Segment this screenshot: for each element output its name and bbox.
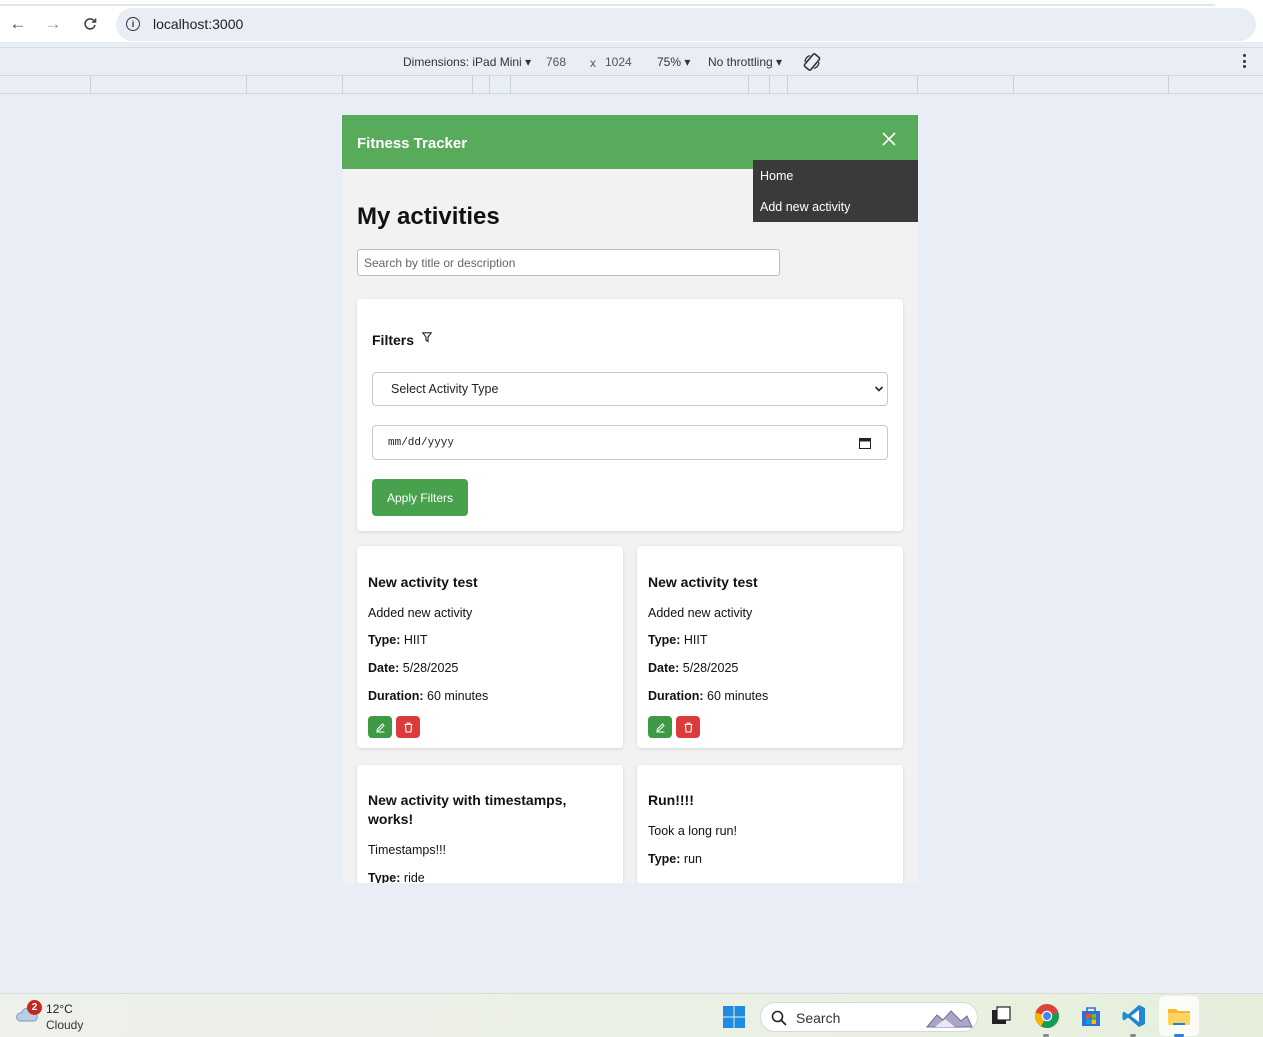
- type-label: Type:: [648, 633, 681, 647]
- vscode-icon[interactable]: [1121, 1003, 1147, 1029]
- search-input[interactable]: [357, 249, 780, 276]
- activity-date: Date: 5/28/2025: [368, 661, 458, 675]
- activity-title: New activity with timestamps, works!: [368, 792, 567, 827]
- search-highlight-icon: [925, 1010, 973, 1028]
- back-icon[interactable]: ←: [8, 14, 28, 33]
- caret-down-icon: ▾: [525, 55, 532, 69]
- throttling-label: No throttling: [708, 55, 773, 69]
- activity-title: Run!!!!: [648, 792, 694, 808]
- site-info-icon[interactable]: i: [126, 17, 140, 31]
- menu-item-home[interactable]: Home: [760, 169, 793, 183]
- caret-down-icon: ▾: [684, 55, 691, 69]
- activity-card: New activity test Added new activity Typ…: [357, 546, 623, 748]
- caret-down-icon: ▾: [776, 55, 783, 69]
- zoom-label: 75%: [657, 55, 682, 69]
- activity-type: Type: ride: [368, 871, 425, 883]
- weather-condition[interactable]: Cloudy: [46, 1018, 83, 1032]
- height-input[interactable]: 1024: [605, 55, 632, 69]
- url-text[interactable]: localhost:3000: [153, 16, 243, 32]
- width-input[interactable]: 768: [546, 55, 566, 69]
- duration-label: Duration:: [368, 689, 424, 703]
- duration-value: 60 minutes: [707, 689, 769, 703]
- reload-icon[interactable]: [80, 16, 100, 32]
- page-title: My activities: [357, 203, 500, 230]
- type-value: ride: [403, 871, 425, 883]
- throttling-select[interactable]: No throttling ▾: [708, 55, 782, 69]
- device-viewport: Fitness Tracker Home Add new activity My…: [342, 115, 918, 883]
- activity-card: New activity test Added new activity Typ…: [637, 546, 903, 748]
- edit-button[interactable]: [368, 716, 392, 738]
- more-options-icon[interactable]: [1243, 54, 1247, 68]
- activity-description: Added new activity: [368, 606, 473, 620]
- taskbar-search[interactable]: Search: [760, 1002, 978, 1032]
- trash-icon: [404, 722, 412, 733]
- date-input[interactable]: mm/dd/yyyy: [372, 425, 888, 460]
- calendar-icon[interactable]: [859, 437, 871, 449]
- edit-button[interactable]: [648, 716, 672, 738]
- search-icon: [771, 1010, 787, 1026]
- type-value: HIIT: [683, 633, 708, 647]
- media-query-ruler: [0, 75, 1263, 94]
- omnibox[interactable]: [116, 8, 1256, 41]
- rotate-icon[interactable]: [802, 52, 822, 72]
- pencil-icon: [655, 722, 665, 732]
- activity-type-value: Select Activity Type: [391, 382, 499, 396]
- date-value: 5/28/2025: [682, 661, 739, 675]
- activity-duration: Duration: 60 minutes: [368, 689, 488, 703]
- delete-button[interactable]: [396, 716, 420, 738]
- date-value: 5/28/2025: [402, 661, 459, 675]
- activity-duration: Duration: 60 minutes: [648, 689, 768, 703]
- file-explorer-icon[interactable]: [1166, 1003, 1192, 1029]
- filters-heading: Filters: [372, 332, 415, 348]
- trash-icon: [684, 722, 692, 733]
- notification-badge: 2: [27, 1000, 42, 1015]
- activity-type: Type: run: [648, 852, 702, 866]
- filters-card: Filters Select Activity Type mm/dd/yyyy …: [357, 299, 903, 531]
- activity-card: New activity with timestamps, works! Tim…: [357, 765, 623, 883]
- apply-filters-button[interactable]: Apply Filters: [372, 479, 468, 516]
- activity-date: Date: 5/28/2025: [648, 661, 738, 675]
- activity-description: Took a long run!: [648, 824, 737, 838]
- activity-type: Type: HIIT: [368, 633, 428, 647]
- store-icon[interactable]: [1078, 1003, 1104, 1029]
- activity-card: Run!!!! Took a long run! Type: run: [637, 765, 903, 883]
- weather-temperature[interactable]: 12°C: [46, 1002, 73, 1016]
- menu-item-add-activity[interactable]: Add new activity: [760, 200, 850, 214]
- nav-menu: Home Add new activity: [753, 160, 918, 222]
- chevron-down-icon: [874, 386, 884, 392]
- chrome-icon[interactable]: [1034, 1003, 1060, 1029]
- activity-title: New activity test: [368, 574, 478, 590]
- delete-button[interactable]: [676, 716, 700, 738]
- taskbar: 2 12°C Cloudy Search: [0, 993, 1263, 1037]
- type-label: Type:: [368, 871, 401, 883]
- activity-title: New activity test: [648, 574, 758, 590]
- app-title[interactable]: Fitness Tracker: [357, 135, 467, 152]
- close-icon[interactable]: [880, 130, 898, 148]
- windows-start-icon[interactable]: [722, 1005, 746, 1029]
- dimensions-label: Dimensions: iPad Mini: [403, 55, 522, 69]
- dimensions-select[interactable]: Dimensions: iPad Mini ▾: [403, 55, 531, 69]
- dimension-separator: x: [590, 56, 596, 70]
- activity-type-select[interactable]: Select Activity Type: [372, 372, 888, 406]
- taskbar-search-label: Search: [796, 1010, 841, 1026]
- date-label: Date:: [648, 661, 680, 675]
- date-label: Date:: [368, 661, 400, 675]
- type-label: Type:: [368, 633, 401, 647]
- zoom-select[interactable]: 75% ▾: [657, 55, 690, 69]
- activity-description: Timestamps!!!: [368, 843, 447, 857]
- task-view-icon[interactable]: [988, 1003, 1014, 1029]
- pencil-icon: [375, 722, 385, 732]
- type-value: HIIT: [403, 633, 428, 647]
- filter-icon: [422, 332, 432, 343]
- forward-icon[interactable]: →: [43, 14, 63, 33]
- duration-label: Duration:: [648, 689, 704, 703]
- type-value: run: [683, 852, 702, 866]
- type-label: Type:: [648, 852, 681, 866]
- date-placeholder: mm/dd/yyyy: [388, 437, 455, 449]
- duration-value: 60 minutes: [427, 689, 489, 703]
- activity-type: Type: HIIT: [648, 633, 708, 647]
- activity-description: Added new activity: [648, 606, 753, 620]
- device-toolbar: Dimensions: iPad Mini ▾ 768 x 1024 75% ▾…: [0, 47, 1263, 75]
